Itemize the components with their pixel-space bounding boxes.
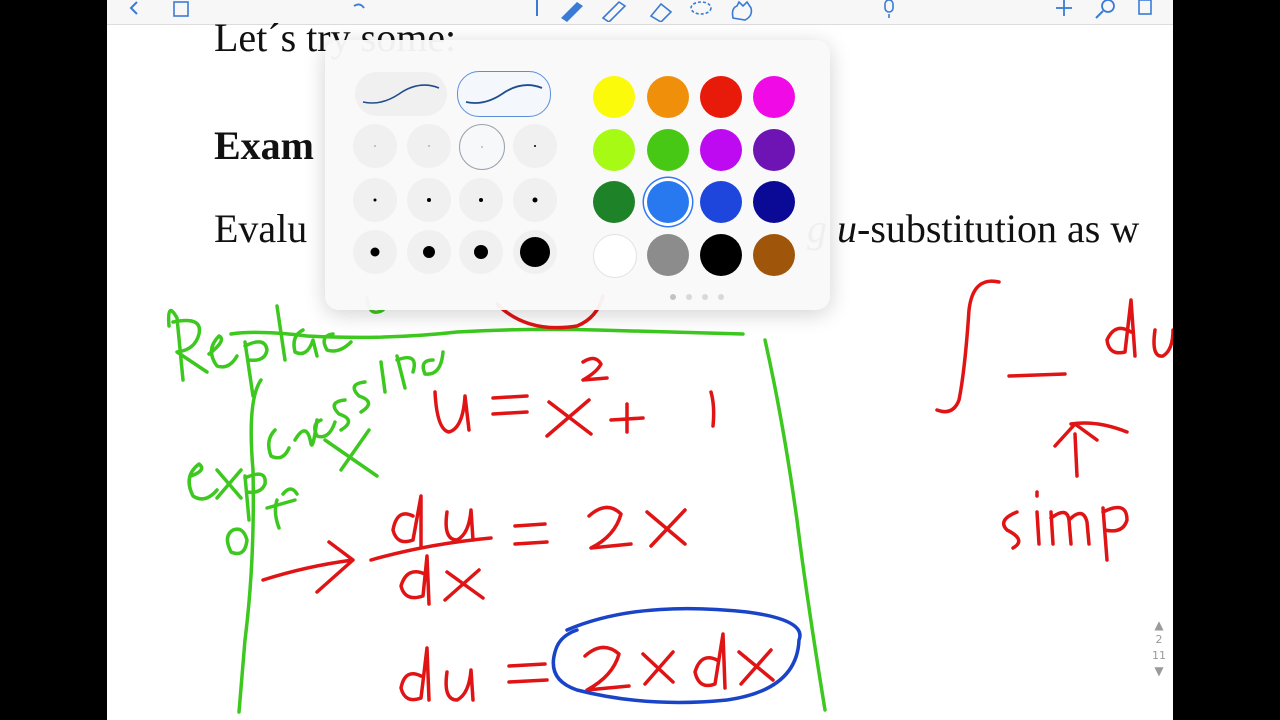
color-swatch[interactable] xyxy=(700,76,742,118)
color-swatch[interactable] xyxy=(700,181,742,223)
size-dot-icon xyxy=(427,198,431,202)
size-dot-icon xyxy=(534,145,536,147)
palette-page-dot[interactable] xyxy=(670,294,676,300)
stroke-size-option[interactable] xyxy=(459,230,503,274)
color-swatch[interactable] xyxy=(593,76,635,118)
color-swatch[interactable] xyxy=(593,181,635,223)
stroke-size-option[interactable] xyxy=(353,178,397,222)
stroke-size-option[interactable] xyxy=(459,124,505,170)
color-swatch[interactable] xyxy=(593,129,635,171)
current-page-number: 2 xyxy=(1155,633,1163,646)
stroke-size-option[interactable] xyxy=(353,230,397,274)
color-swatch[interactable] xyxy=(647,181,689,223)
color-swatch[interactable] xyxy=(647,234,689,276)
size-dot-icon xyxy=(532,197,538,203)
stroke-sample-icon xyxy=(362,84,440,104)
page-up-icon[interactable]: ▲ xyxy=(1148,618,1170,632)
size-dot-icon xyxy=(479,198,483,202)
color-swatch[interactable] xyxy=(753,76,795,118)
stroke-size-option[interactable] xyxy=(513,178,557,222)
stroke-size-option[interactable] xyxy=(513,230,557,274)
size-dot-icon xyxy=(428,145,430,147)
palette-page-dot[interactable] xyxy=(718,294,724,300)
palette-page-dot[interactable] xyxy=(686,294,692,300)
stroke-size-option[interactable] xyxy=(407,178,451,222)
color-swatch[interactable] xyxy=(753,181,795,223)
color-swatch[interactable] xyxy=(753,129,795,171)
stroke-size-option[interactable] xyxy=(513,124,557,168)
color-swatch[interactable] xyxy=(700,129,742,171)
stroke-size-option[interactable] xyxy=(459,178,503,222)
color-swatch[interactable] xyxy=(647,76,689,118)
size-dot-icon xyxy=(520,237,550,267)
stroke-size-option[interactable] xyxy=(407,230,451,274)
color-swatch[interactable] xyxy=(593,234,637,278)
color-swatch[interactable] xyxy=(647,129,689,171)
size-dot-icon xyxy=(423,246,435,258)
stroke-sample-icon xyxy=(465,84,543,104)
green-handwriting xyxy=(166,296,827,714)
pen-palette-popover xyxy=(325,40,830,310)
page-scrubber[interactable]: ▲ 2 11 ▼ xyxy=(1148,618,1170,692)
size-dot-icon xyxy=(373,198,377,202)
size-dot-icon xyxy=(370,247,380,257)
stroke-style-fine-option[interactable] xyxy=(355,72,447,116)
color-swatch[interactable] xyxy=(700,234,742,276)
page-down-icon[interactable]: ▼ xyxy=(1148,664,1170,678)
size-dot-icon xyxy=(474,245,488,259)
color-swatch[interactable] xyxy=(753,234,795,276)
stroke-size-option[interactable] xyxy=(407,124,451,168)
total-page-count: 11 xyxy=(1152,649,1166,662)
palette-page-dot[interactable] xyxy=(702,294,708,300)
size-dot-icon xyxy=(481,146,483,148)
stroke-style-ballpoint-option[interactable] xyxy=(457,71,551,117)
stroke-size-option[interactable] xyxy=(353,124,397,168)
red-handwriting xyxy=(261,279,1173,702)
document-page[interactable]: Let´s try some: Exam Evalu g u-substitut… xyxy=(107,0,1173,720)
size-dot-icon xyxy=(374,145,376,147)
